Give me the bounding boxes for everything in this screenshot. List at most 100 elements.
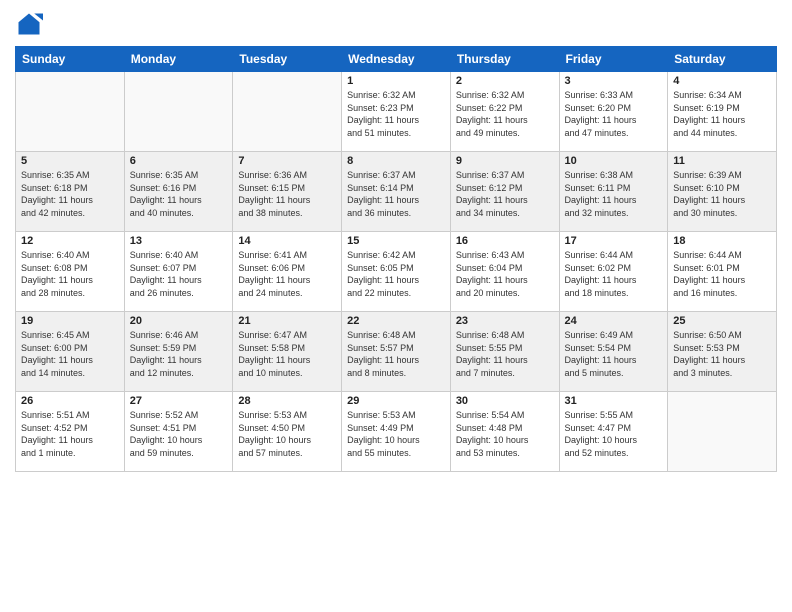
col-header-wednesday: Wednesday [342, 47, 451, 72]
day-cell: 28 Sunrise: 5:53 AM Sunset: 4:50 PM Dayli… [233, 392, 342, 472]
day-number: 1 [347, 75, 445, 87]
day-number: 22 [347, 315, 445, 327]
day-info: Sunrise: 6:35 AM Sunset: 6:16 PM Dayligh… [130, 169, 228, 219]
day-cell: 25 Sunrise: 6:50 AM Sunset: 5:53 PM Dayli… [668, 312, 777, 392]
day-number: 5 [21, 155, 119, 167]
day-number: 28 [238, 395, 336, 407]
day-info: Sunrise: 6:41 AM Sunset: 6:06 PM Dayligh… [238, 249, 336, 299]
day-cell: 15 Sunrise: 6:42 AM Sunset: 6:05 PM Dayli… [342, 232, 451, 312]
day-info: Sunrise: 5:52 AM Sunset: 4:51 PM Dayligh… [130, 409, 228, 459]
day-cell: 14 Sunrise: 6:41 AM Sunset: 6:06 PM Dayli… [233, 232, 342, 312]
day-info: Sunrise: 6:40 AM Sunset: 6:07 PM Dayligh… [130, 249, 228, 299]
day-number: 24 [565, 315, 663, 327]
day-cell: 21 Sunrise: 6:47 AM Sunset: 5:58 PM Dayli… [233, 312, 342, 392]
day-number: 11 [673, 155, 771, 167]
day-info: Sunrise: 6:43 AM Sunset: 6:04 PM Dayligh… [456, 249, 554, 299]
day-info: Sunrise: 6:39 AM Sunset: 6:10 PM Dayligh… [673, 169, 771, 219]
day-info: Sunrise: 6:48 AM Sunset: 5:57 PM Dayligh… [347, 329, 445, 379]
day-cell: 11 Sunrise: 6:39 AM Sunset: 6:10 PM Dayli… [668, 152, 777, 232]
day-cell: 26Sunrise: 5:51 AM Sunset: 4:52 PM Dayli… [16, 392, 125, 472]
day-cell: 30Sunrise: 5:54 AM Sunset: 4:48 PM Dayli… [450, 392, 559, 472]
day-info: Sunrise: 6:34 AM Sunset: 6:19 PM Dayligh… [673, 89, 771, 139]
day-cell: 24Sunrise: 6:49 AM Sunset: 5:54 PM Dayli… [559, 312, 668, 392]
page: SundayMondayTuesdayWednesdayThursdayFrid… [0, 0, 792, 612]
day-number: 26 [21, 395, 119, 407]
day-number: 27 [130, 395, 228, 407]
day-info: Sunrise: 6:48 AM Sunset: 5:55 PM Dayligh… [456, 329, 554, 379]
week-row-5: 26Sunrise: 5:51 AM Sunset: 4:52 PM Dayli… [16, 392, 777, 472]
day-number: 8 [347, 155, 445, 167]
day-number: 19 [21, 315, 119, 327]
day-number: 20 [130, 315, 228, 327]
logo-icon [15, 10, 43, 38]
day-number: 18 [673, 235, 771, 247]
day-info: Sunrise: 6:47 AM Sunset: 5:58 PM Dayligh… [238, 329, 336, 379]
day-cell: 7 Sunrise: 6:36 AM Sunset: 6:15 PM Daylig… [233, 152, 342, 232]
day-info: Sunrise: 6:36 AM Sunset: 6:15 PM Dayligh… [238, 169, 336, 219]
day-info: Sunrise: 5:55 AM Sunset: 4:47 PM Dayligh… [565, 409, 663, 459]
day-number: 4 [673, 75, 771, 87]
day-number: 10 [565, 155, 663, 167]
day-cell [16, 72, 125, 152]
day-info: Sunrise: 6:32 AM Sunset: 6:23 PM Dayligh… [347, 89, 445, 139]
day-info: Sunrise: 6:46 AM Sunset: 5:59 PM Dayligh… [130, 329, 228, 379]
day-cell: 1 Sunrise: 6:32 AM Sunset: 6:23 PM Daylig… [342, 72, 451, 152]
day-cell: 3 Sunrise: 6:33 AM Sunset: 6:20 PM Daylig… [559, 72, 668, 152]
day-info: Sunrise: 6:40 AM Sunset: 6:08 PM Dayligh… [21, 249, 119, 299]
day-number: 7 [238, 155, 336, 167]
col-header-sunday: Sunday [16, 47, 125, 72]
day-info: Sunrise: 6:42 AM Sunset: 6:05 PM Dayligh… [347, 249, 445, 299]
day-number: 3 [565, 75, 663, 87]
day-cell: 13Sunrise: 6:40 AM Sunset: 6:07 PM Dayli… [124, 232, 233, 312]
day-cell: 4 Sunrise: 6:34 AM Sunset: 6:19 PM Daylig… [668, 72, 777, 152]
day-info: Sunrise: 5:54 AM Sunset: 4:48 PM Dayligh… [456, 409, 554, 459]
day-number: 6 [130, 155, 228, 167]
col-header-monday: Monday [124, 47, 233, 72]
day-number: 17 [565, 235, 663, 247]
day-cell: 10 Sunrise: 6:38 AM Sunset: 6:11 PM Dayli… [559, 152, 668, 232]
day-cell: 16Sunrise: 6:43 AM Sunset: 6:04 PM Dayli… [450, 232, 559, 312]
day-cell: 5 Sunrise: 6:35 AM Sunset: 6:18 PM Daylig… [16, 152, 125, 232]
day-number: 29 [347, 395, 445, 407]
day-cell: 2 Sunrise: 6:32 AM Sunset: 6:22 PM Daylig… [450, 72, 559, 152]
day-info: Sunrise: 6:45 AM Sunset: 6:00 PM Dayligh… [21, 329, 119, 379]
day-cell: 23Sunrise: 6:48 AM Sunset: 5:55 PM Dayli… [450, 312, 559, 392]
header [15, 10, 777, 38]
day-cell: 18 Sunrise: 6:44 AM Sunset: 6:01 PM Dayli… [668, 232, 777, 312]
day-cell: 12 Sunrise: 6:40 AM Sunset: 6:08 PM Dayli… [16, 232, 125, 312]
day-number: 31 [565, 395, 663, 407]
day-cell: 9 Sunrise: 6:37 AM Sunset: 6:12 PM Daylig… [450, 152, 559, 232]
day-cell: 8 Sunrise: 6:37 AM Sunset: 6:14 PM Daylig… [342, 152, 451, 232]
day-info: Sunrise: 6:35 AM Sunset: 6:18 PM Dayligh… [21, 169, 119, 219]
day-info: Sunrise: 6:37 AM Sunset: 6:12 PM Dayligh… [456, 169, 554, 219]
day-cell: 29 Sunrise: 5:53 AM Sunset: 4:49 PM Dayli… [342, 392, 451, 472]
week-row-4: 19 Sunrise: 6:45 AM Sunset: 6:00 PM Dayli… [16, 312, 777, 392]
day-info: Sunrise: 6:33 AM Sunset: 6:20 PM Dayligh… [565, 89, 663, 139]
col-header-saturday: Saturday [668, 47, 777, 72]
day-cell: 27 Sunrise: 5:52 AM Sunset: 4:51 PM Dayli… [124, 392, 233, 472]
day-cell: 20 Sunrise: 6:46 AM Sunset: 5:59 PM Dayli… [124, 312, 233, 392]
day-info: Sunrise: 6:32 AM Sunset: 6:22 PM Dayligh… [456, 89, 554, 139]
day-number: 2 [456, 75, 554, 87]
calendar: SundayMondayTuesdayWednesdayThursdayFrid… [15, 46, 777, 472]
day-number: 15 [347, 235, 445, 247]
day-cell: 31 Sunrise: 5:55 AM Sunset: 4:47 PM Dayli… [559, 392, 668, 472]
day-info: Sunrise: 6:37 AM Sunset: 6:14 PM Dayligh… [347, 169, 445, 219]
day-cell [668, 392, 777, 472]
day-info: Sunrise: 6:44 AM Sunset: 6:02 PM Dayligh… [565, 249, 663, 299]
day-cell: 19 Sunrise: 6:45 AM Sunset: 6:00 PM Dayli… [16, 312, 125, 392]
day-number: 12 [21, 235, 119, 247]
day-number: 14 [238, 235, 336, 247]
col-header-tuesday: Tuesday [233, 47, 342, 72]
logo [15, 10, 47, 38]
day-info: Sunrise: 5:53 AM Sunset: 4:50 PM Dayligh… [238, 409, 336, 459]
day-number: 21 [238, 315, 336, 327]
day-info: Sunrise: 6:38 AM Sunset: 6:11 PM Dayligh… [565, 169, 663, 219]
day-info: Sunrise: 6:44 AM Sunset: 6:01 PM Dayligh… [673, 249, 771, 299]
day-cell: 17 Sunrise: 6:44 AM Sunset: 6:02 PM Dayli… [559, 232, 668, 312]
day-number: 25 [673, 315, 771, 327]
week-row-3: 12 Sunrise: 6:40 AM Sunset: 6:08 PM Dayli… [16, 232, 777, 312]
day-info: Sunrise: 6:50 AM Sunset: 5:53 PM Dayligh… [673, 329, 771, 379]
day-info: Sunrise: 5:53 AM Sunset: 4:49 PM Dayligh… [347, 409, 445, 459]
day-number: 9 [456, 155, 554, 167]
